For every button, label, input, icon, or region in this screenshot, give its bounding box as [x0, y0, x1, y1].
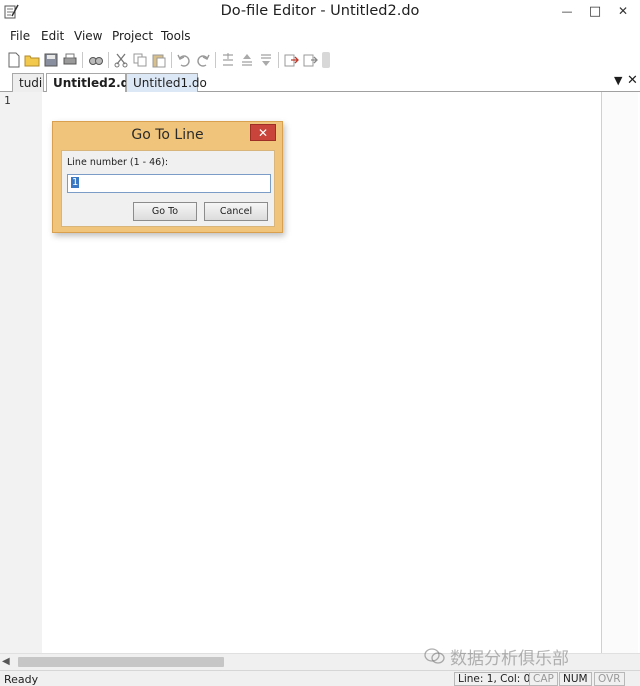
- toolbar-separator: [215, 52, 216, 68]
- redo-icon[interactable]: [195, 52, 211, 68]
- overwrite-indicator: OVR: [594, 672, 625, 686]
- go-to-button[interactable]: Go To: [133, 202, 197, 221]
- paste-icon[interactable]: [151, 52, 167, 68]
- watermark-text-light: 数据分析俱乐部: [450, 648, 569, 669]
- status-bar: Ready Line: 1, Col: 0 CAP NUM OVR: [0, 670, 640, 686]
- menu-tools[interactable]: Tools: [161, 29, 191, 43]
- go-to-line-dialog: Go To Line ✕ Line number (1 - 46): 1 Go …: [52, 121, 283, 233]
- tab-untitled1[interactable]: Untitled1.do: [126, 73, 207, 92]
- toolbar-overflow-handle[interactable]: [322, 52, 330, 68]
- menu-project[interactable]: Project: [112, 29, 153, 43]
- tab-untitled2[interactable]: Untitled2.do: [46, 73, 137, 93]
- toolbar: [0, 48, 330, 72]
- watermark-text: 数据分析俱乐部: [450, 644, 569, 669]
- wechat-logo-icon: [424, 648, 445, 664]
- bookmark-icon[interactable]: [220, 52, 236, 68]
- scroll-left-icon[interactable]: ◀: [2, 656, 10, 667]
- line-number-input-value: 1: [71, 177, 80, 188]
- line-number-label: Line number (1 - 46):: [67, 157, 169, 168]
- right-margin-area: [602, 92, 638, 653]
- minimize-icon: —: [561, 4, 573, 18]
- tab-strip: tudi Untitled2.do Untitled1.do ▼ ✕: [0, 72, 640, 93]
- watermark: 数据分析俱乐部: [424, 644, 569, 669]
- toolbar-separator: [82, 52, 83, 68]
- toolbar-separator: [171, 52, 172, 68]
- close-window-button[interactable]: ✕: [608, 0, 638, 22]
- cursor-position: Line: 1, Col: 0: [454, 672, 535, 686]
- menu-edit[interactable]: Edit: [41, 29, 64, 43]
- close-tab-icon[interactable]: ✕: [627, 73, 638, 88]
- print-icon[interactable]: [62, 52, 78, 68]
- window-title: Do-file Editor - Untitled2.do: [220, 3, 420, 19]
- menu-view[interactable]: View: [74, 29, 102, 43]
- caps-lock-indicator: CAP: [529, 672, 558, 686]
- maximize-button[interactable]: □: [580, 0, 610, 22]
- dialog-title: Go To Line: [131, 127, 204, 143]
- open-folder-icon[interactable]: [24, 52, 40, 68]
- run-icon[interactable]: [283, 52, 299, 68]
- num-lock-indicator: NUM: [559, 672, 592, 686]
- bookmark-next-icon[interactable]: [258, 52, 274, 68]
- title-bar: Do-file Editor - Untitled2.do — □ ✕: [0, 0, 640, 24]
- status-text: Ready: [4, 673, 39, 686]
- dialog-close-button[interactable]: ✕: [250, 124, 276, 141]
- minimize-button[interactable]: —: [552, 0, 582, 22]
- copy-icon[interactable]: [132, 52, 148, 68]
- toolbar-separator: [278, 52, 279, 68]
- cancel-button[interactable]: Cancel: [204, 202, 268, 221]
- maximize-icon: □: [588, 3, 602, 19]
- new-file-icon[interactable]: [6, 52, 22, 68]
- find-icon[interactable]: [88, 52, 104, 68]
- dialog-body: Line number (1 - 46): 1 Go To Cancel: [61, 150, 275, 227]
- tab-tudi[interactable]: tudi: [12, 73, 44, 92]
- line-number-input[interactable]: 1: [67, 174, 271, 193]
- close-icon: ✕: [617, 4, 629, 18]
- execute-icon[interactable]: [302, 52, 318, 68]
- toolbar-separator: [108, 52, 109, 68]
- menu-file[interactable]: File: [10, 29, 30, 43]
- undo-icon[interactable]: [176, 52, 192, 68]
- tab-list-dropdown-icon[interactable]: ▼: [614, 74, 622, 87]
- cut-icon[interactable]: [113, 52, 129, 68]
- save-icon[interactable]: [43, 52, 59, 68]
- scrollbar-thumb[interactable]: [18, 657, 224, 667]
- close-icon: ✕: [257, 125, 269, 140]
- line-number: 1: [4, 94, 11, 107]
- menu-bar: File Edit View Project Tools: [0, 26, 640, 46]
- bookmark-prev-icon[interactable]: [239, 52, 255, 68]
- line-number-gutter: 1: [0, 92, 42, 653]
